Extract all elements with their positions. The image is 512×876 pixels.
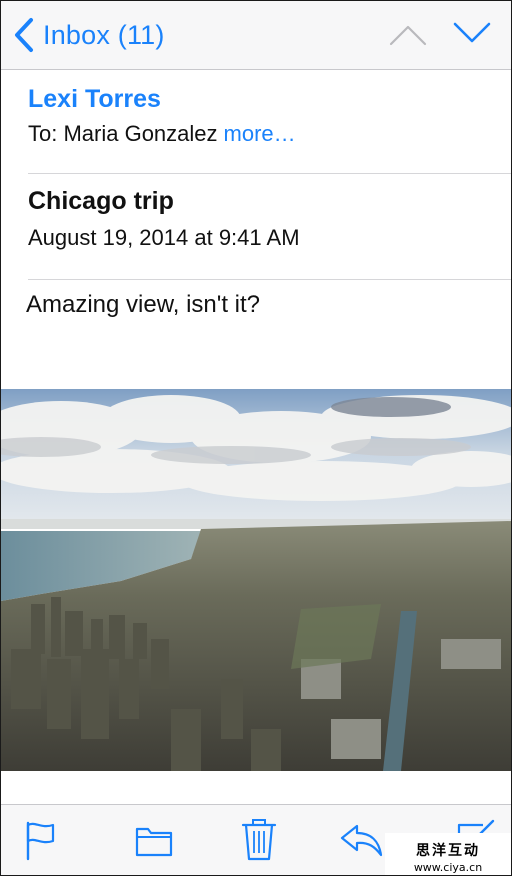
chevron-down-icon[interactable] (453, 21, 491, 45)
more-recipients-link[interactable]: more… (224, 121, 296, 146)
message-subject: Chicago trip (28, 187, 174, 215)
recipient-text: To: Maria Gonzalez (28, 121, 218, 146)
sender-name[interactable]: Lexi Torres (28, 85, 161, 114)
watermark-title: 思洋互动 (416, 843, 480, 859)
folder-icon[interactable] (135, 823, 173, 857)
chevron-left-icon (15, 18, 33, 52)
back-to-inbox-button[interactable]: Inbox (11) (13, 15, 165, 55)
flag-icon[interactable] (23, 819, 57, 861)
header-divider (28, 173, 511, 174)
chevron-up-icon[interactable] (389, 23, 427, 47)
nav-bar: Inbox (11) (1, 1, 511, 70)
subject-divider (28, 279, 511, 280)
attached-photo[interactable] (1, 389, 511, 771)
site-watermark: 思洋互动 www.ciya.cn (385, 833, 511, 875)
back-label: Inbox (11) (43, 19, 165, 50)
mail-message-screen: Inbox (11) Lexi Torres To: Maria Gonzale… (0, 0, 512, 876)
trash-icon[interactable] (241, 817, 277, 861)
message-date: August 19, 2014 at 9:41 AM (28, 225, 300, 250)
message-body: Amazing view, isn't it? (26, 291, 261, 318)
chicago-skyline-photo (1, 389, 511, 771)
recipient-line: To: Maria Gonzalez more… (28, 121, 296, 147)
watermark-url: www.ciya.cn (413, 861, 483, 874)
reply-icon[interactable] (339, 823, 383, 857)
